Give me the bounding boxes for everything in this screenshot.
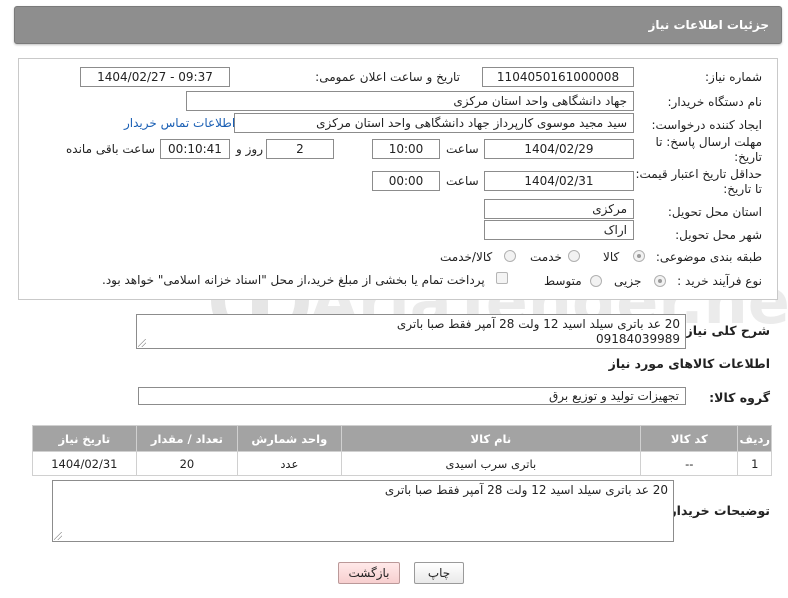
category-goods-service-label: کالا/خدمت — [440, 250, 493, 264]
buyer-contact-link[interactable]: اطلاعات تماس خریدار — [124, 116, 235, 130]
print-button[interactable]: چاپ — [414, 562, 464, 584]
cell-name: باتری سرب اسیدی — [340, 451, 642, 476]
goods-table: ردیف کد کالا نام کالا واحد شمارش تعداد /… — [32, 425, 772, 476]
cell-row-number: 1 — [737, 451, 772, 476]
col-header-code: کد کالا — [640, 425, 739, 452]
buyer-notes-textarea[interactable]: 20 عد باتری سیلد اسید 12 ولت 28 آمپر فقط… — [52, 480, 674, 542]
category-service-label: خدمت — [530, 250, 562, 264]
treasury-payment-checkbox[interactable] — [496, 272, 508, 284]
category-service-radio[interactable] — [568, 250, 580, 262]
reply-deadline-time-field: 10:00 — [372, 139, 440, 159]
category-goods-service-radio[interactable] — [504, 250, 516, 262]
col-header-need-date: تاریخ نیاز — [32, 425, 137, 452]
col-header-quantity: تعداد / مقدار — [135, 425, 239, 452]
cell-need-date: 1404/02/31 — [32, 451, 137, 476]
category-goods-radio[interactable] — [633, 250, 645, 262]
need-number-field: 1104050161000008 — [482, 67, 634, 87]
reply-deadline-date-field: 1404/02/29 — [484, 139, 634, 159]
description-line-1: 20 عد باتری سیلد اسید 12 ولت 28 آمپر فقط… — [396, 317, 680, 331]
remaining-time-label: ساعت باقی مانده — [66, 142, 156, 156]
remaining-time-field: 00:10:41 — [160, 139, 230, 159]
reply-days-field: 2 — [266, 139, 334, 159]
page-title: جزئیات اطلاعات نیاز — [648, 18, 769, 32]
table-row: 1 -- باتری سرب اسیدی عدد 20 1404/02/31 — [32, 451, 772, 476]
buyer-notes-label: توضیحات خریدار: — [664, 503, 770, 518]
price-validity-date-field: 1404/02/31 — [484, 171, 634, 191]
description-label: شرح کلی نیاز: — [680, 323, 770, 338]
reply-deadline-label-date: تاریخ: — [734, 150, 762, 164]
col-header-unit: واحد شمارش — [237, 425, 342, 452]
buyer-org-label: نام دستگاه خریدار: — [667, 95, 763, 109]
resize-grip-icon[interactable] — [138, 339, 146, 347]
reply-deadline-label: مهلت ارسال پاسخ: تا — [655, 135, 762, 149]
purchase-type-label: نوع فرآیند خرید : — [677, 274, 762, 288]
goods-group-label: گروه کالا: — [709, 390, 770, 405]
category-label: طبقه بندی موضوعی: — [655, 250, 762, 264]
buyer-notes-text: 20 عد باتری سیلد اسید 12 ولت 28 آمپر فقط… — [384, 483, 668, 497]
reply-time-label: ساعت — [446, 142, 479, 156]
description-textarea[interactable]: 20 عد باتری سیلد اسید 12 ولت 28 آمپر فقط… — [136, 314, 686, 349]
delivery-province-label: استان محل تحویل: — [667, 205, 762, 219]
col-header-name: نام کالا — [340, 425, 642, 452]
price-validity-time-label: ساعت — [446, 174, 479, 188]
purchase-minor-label: جزیی — [614, 274, 642, 288]
delivery-city-label: شهر محل تحویل: — [675, 228, 762, 242]
delivery-city-field: اراک — [484, 220, 634, 240]
cell-quantity: 20 — [135, 451, 239, 476]
announce-datetime-field: 1404/02/27 - 09:37 — [80, 67, 230, 87]
price-validity-label-date: تا تاریخ: — [723, 182, 762, 196]
requester-label: ایجاد کننده درخواست: — [651, 118, 762, 132]
buyer-org-field: جهاد دانشگاهی واحد استان مرکزی — [186, 91, 634, 111]
goods-group-field: تجهیزات تولید و توزیع برق — [138, 387, 686, 405]
purchase-medium-label: متوسط — [544, 274, 582, 288]
cell-unit: عدد — [237, 451, 342, 476]
table-header-row: ردیف کد کالا نام کالا واحد شمارش تعداد /… — [32, 425, 772, 452]
purchase-minor-radio[interactable] — [654, 275, 666, 287]
treasury-payment-note: پرداخت تمام یا بخشی از مبلغ خرید،از محل … — [102, 273, 485, 287]
category-goods-label: کالا — [603, 250, 620, 264]
goods-info-title: اطلاعات کالاهای مورد نیاز — [608, 356, 770, 371]
page-header: جزئیات اطلاعات نیاز — [14, 6, 782, 44]
resize-grip-icon[interactable] — [54, 532, 62, 540]
announce-datetime-label: تاریخ و ساعت اعلان عمومی: — [315, 70, 460, 84]
cell-code: -- — [640, 451, 739, 476]
reply-days-label: روز و — [236, 142, 263, 156]
price-validity-time-field: 00:00 — [372, 171, 440, 191]
col-header-row: ردیف — [737, 425, 772, 452]
description-line-2: 09184039989 — [596, 332, 680, 346]
requester-field: سید مجید موسوی کارپرداز جهاد دانشگاهی وا… — [234, 113, 634, 133]
delivery-province-field: مرکزی — [484, 199, 634, 219]
need-number-label: شماره نیاز: — [705, 70, 762, 84]
price-validity-label: حداقل تاریخ اعتبار قیمت: — [635, 167, 762, 181]
purchase-medium-radio[interactable] — [590, 275, 602, 287]
back-button[interactable]: بازگشت — [338, 562, 400, 584]
